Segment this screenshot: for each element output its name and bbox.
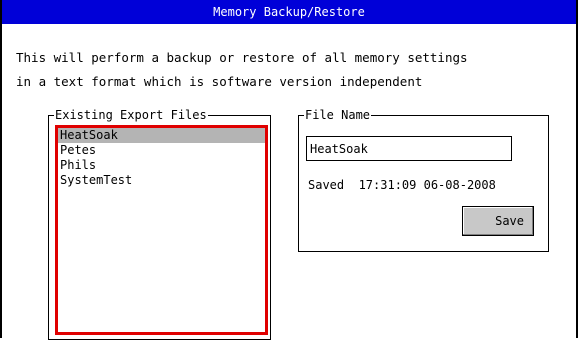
file-name-group: File Name Saved 17:31:09 06-08-2008 Save: [298, 107, 549, 252]
file-name-input[interactable]: [306, 136, 512, 161]
description-line-2: in a text format which is software versi…: [16, 74, 423, 89]
memory-backup-window: Memory Backup/Restore This will perform …: [0, 0, 578, 340]
file-item-phils[interactable]: Phils: [58, 158, 265, 173]
file-item-systemtest[interactable]: SystemTest: [58, 173, 265, 188]
file-item-petes[interactable]: Petes: [58, 143, 265, 158]
description-line-1: This will perform a backup or restore of…: [16, 50, 468, 65]
saved-timestamp: Saved 17:31:09 06-08-2008: [308, 178, 496, 192]
file-item-heatsoak[interactable]: HeatSoak: [58, 128, 265, 143]
file-name-label: File Name: [304, 107, 372, 123]
file-list[interactable]: HeatSoak Petes Phils SystemTest: [55, 125, 268, 335]
save-button[interactable]: Save: [462, 206, 534, 236]
description: This will perform a backup or restore of…: [16, 46, 571, 94]
window-title: Memory Backup/Restore: [2, 0, 576, 24]
existing-files-group: Existing Export Files HeatSoak Petes Phi…: [48, 107, 271, 340]
existing-files-label: Existing Export Files: [54, 107, 208, 123]
